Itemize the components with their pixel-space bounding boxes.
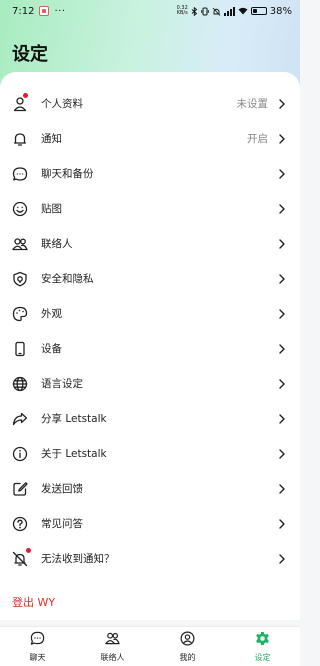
profile-tab-icon — [180, 631, 195, 650]
network-speed: 0.32 KB/s — [177, 6, 188, 16]
chevron-right-icon — [279, 448, 285, 459]
menu-item-label: 外观 — [41, 308, 62, 320]
smiley-icon — [12, 201, 28, 217]
settings-menu: 个人资料 未设置通知 开启聊天和备份贴图联络人安全和隐私外观设备语言设定分享 Let… — [0, 86, 300, 576]
vibrate-icon — [201, 7, 209, 15]
menu-item[interactable]: 关于 Letstalk — [0, 436, 300, 471]
menu-item-label: 安全和隐私 — [41, 273, 94, 285]
menu-item[interactable]: 聊天和备份 — [0, 156, 300, 191]
tab-item[interactable]: 聊天 — [0, 627, 75, 666]
menu-item-label: 设备 — [41, 343, 62, 355]
menu-item[interactable]: 外观 — [0, 296, 300, 331]
battery-icon — [250, 7, 267, 15]
menu-item-label: 常见问答 — [41, 518, 83, 530]
network-speed-unit: KB/s — [176, 10, 188, 16]
menu-item[interactable]: 联络人 — [0, 226, 300, 261]
tab-label: 聊天 — [29, 652, 46, 662]
chat-tab-icon — [30, 631, 45, 650]
phone-icon — [12, 341, 28, 357]
app-notification-icon — [39, 6, 50, 16]
share-icon — [12, 411, 28, 427]
chevron-right-icon — [279, 483, 285, 494]
page-title: 设定 — [12, 44, 48, 65]
gear-tab-icon — [255, 631, 270, 650]
bluetooth-icon — [191, 6, 197, 16]
tab-item[interactable]: 我的 — [150, 627, 225, 666]
status-bar: 7:12 ··· 0.32 KB/s 38% — [0, 0, 300, 22]
menu-item[interactable]: 发送回馈 — [0, 471, 300, 506]
menu-item-label: 发送回馈 — [41, 483, 83, 495]
menu-item[interactable]: 分享 Letstalk — [0, 401, 300, 436]
chevron-right-icon — [279, 273, 285, 284]
contacts-icon — [12, 236, 28, 252]
chat-bubble-icon — [12, 166, 28, 182]
menu-item[interactable]: 贴图 — [0, 191, 300, 226]
battery-percent: 38% — [269, 5, 292, 17]
tab-label: 联络人 — [100, 652, 125, 662]
menu-item-value: 未设置 — [236, 98, 269, 110]
bell-off-icon — [12, 547, 31, 567]
tab-label: 设定 — [254, 652, 271, 662]
settings-card: 个人资料 未设置通知 开启聊天和备份贴图联络人安全和隐私外观设备语言设定分享 Let… — [0, 72, 300, 620]
menu-item[interactable]: 通知 开启 — [0, 121, 300, 156]
menu-item-label: 贴图 — [41, 203, 62, 215]
tab-label: 我的 — [179, 652, 196, 662]
menu-item[interactable]: 安全和隐私 — [0, 261, 300, 296]
status-time: 7:12 — [12, 5, 35, 17]
logout-button[interactable]: 登出 WY — [12, 594, 55, 610]
chevron-right-icon — [279, 378, 285, 389]
chevron-right-icon — [279, 238, 285, 249]
menu-item-label: 联络人 — [41, 238, 73, 250]
bottom-tab-bar: 聊天 联络人 我的 设定 — [0, 626, 300, 666]
menu-item-label: 聊天和备份 — [41, 168, 94, 180]
menu-item-value: 开启 — [247, 133, 268, 145]
chevron-right-icon — [279, 413, 285, 424]
contacts-tab-icon — [105, 631, 120, 650]
chevron-right-icon — [279, 168, 285, 179]
menu-item-label: 通知 — [41, 133, 62, 145]
wifi-icon — [238, 7, 248, 15]
battery-fill — [252, 9, 258, 13]
menu-item[interactable]: 无法收到通知？ — [0, 541, 300, 576]
palette-icon — [12, 306, 28, 322]
shield-icon — [12, 271, 28, 287]
chevron-right-icon — [279, 308, 285, 319]
notification-badge — [23, 92, 28, 98]
menu-item[interactable]: 语言设定 — [0, 366, 300, 401]
mute-bell-icon — [212, 7, 221, 16]
question-icon — [12, 516, 28, 532]
menu-item-label: 无法收到通知？ — [41, 553, 115, 565]
menu-item-label: 分享 Letstalk — [41, 413, 107, 425]
menu-item[interactable]: 设备 — [0, 331, 300, 366]
chevron-right-icon — [279, 518, 285, 529]
tab-item[interactable]: 设定 — [225, 627, 300, 666]
chevron-right-icon — [279, 343, 285, 354]
chevron-right-icon — [279, 553, 285, 564]
tab-item[interactable]: 联络人 — [75, 627, 150, 666]
bell-icon — [12, 131, 28, 147]
info-icon — [12, 446, 28, 462]
menu-item[interactable]: 常见问答 — [0, 506, 300, 541]
menu-item[interactable]: 个人资料 未设置 — [0, 86, 300, 121]
menu-item-label: 个人资料 — [41, 98, 83, 110]
chevron-right-icon — [279, 203, 285, 214]
chevron-right-icon — [279, 133, 285, 144]
feedback-icon — [12, 481, 28, 497]
menu-item-label: 关于 Letstalk — [41, 448, 107, 460]
chevron-right-icon — [279, 98, 285, 109]
menu-item-label: 语言设定 — [41, 378, 83, 390]
notification-badge — [26, 547, 31, 553]
more-notifications-icon: ··· — [54, 5, 66, 17]
person-icon — [12, 92, 28, 112]
globe-icon — [12, 376, 28, 392]
cell-signal-icon — [223, 6, 235, 16]
